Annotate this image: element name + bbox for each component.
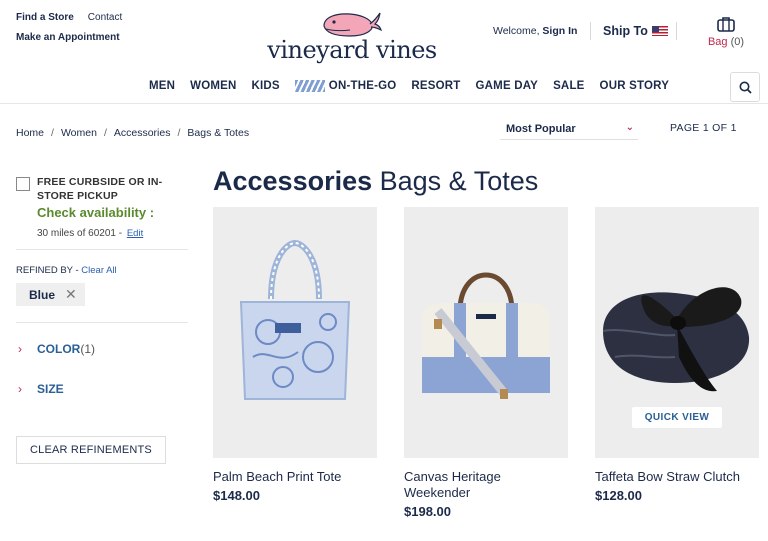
sort-select[interactable]: Most Popular ⌄ <box>500 118 638 140</box>
product-image[interactable] <box>404 207 568 458</box>
search-button[interactable] <box>730 72 760 102</box>
chevron-right-icon: › <box>18 382 22 396</box>
bag-button[interactable]: Bag (0) <box>700 16 752 48</box>
stripes-icon <box>294 80 325 92</box>
tote-bag-image <box>239 239 351 400</box>
product-price: $128.00 <box>595 488 642 503</box>
logo-wordmark: vineyard vines <box>267 36 437 64</box>
main-nav: MEN WOMEN KIDS ON-THE-GO RESORT GAME DAY… <box>149 80 669 92</box>
nav-sale[interactable]: SALE <box>553 80 584 92</box>
site-logo[interactable]: vineyard vines <box>266 10 438 66</box>
product-name[interactable]: Palm Beach Print Tote <box>213 469 377 485</box>
nav-men[interactable]: MEN <box>149 80 175 92</box>
clear-all-link[interactable]: Clear All <box>81 265 116 276</box>
nav-our-story[interactable]: OUR STORY <box>600 80 670 92</box>
pickup-filter: FREE CURBSIDE OR IN-STORE PICKUP Check a… <box>16 170 188 250</box>
product-card[interactable]: QUICK VIEW Taffeta Bow Straw Clutch $128… <box>595 207 759 503</box>
contact-link[interactable]: Contact <box>88 11 122 24</box>
page-title: Accessories Bags & Totes <box>213 166 539 196</box>
chevron-right-icon: › <box>18 342 22 356</box>
bag-icon <box>717 17 735 32</box>
site-header: Find a Store Contact Make an Appointment… <box>0 0 768 104</box>
sign-in-link[interactable]: Sign In <box>542 25 577 37</box>
breadcrumb-separator: / <box>103 127 107 139</box>
nav-game-day[interactable]: GAME DAY <box>476 80 539 92</box>
filter-chip-blue[interactable]: Blue ✕ <box>16 283 85 306</box>
product-image[interactable]: QUICK VIEW <box>595 207 759 458</box>
edit-location-link[interactable]: Edit <box>127 228 143 239</box>
nav-resort[interactable]: RESORT <box>411 80 460 92</box>
ship-to-selector[interactable]: Ship To <box>590 22 668 40</box>
facet-size[interactable]: › SIZE <box>16 369 188 409</box>
close-icon[interactable]: ✕ <box>65 286 77 303</box>
breadcrumb: Home / Women / Accessories / Bags & Tote… <box>16 127 249 139</box>
nav-kids[interactable]: KIDS <box>252 80 280 92</box>
filter-sidebar: FREE CURBSIDE OR IN-STORE PICKUP Check a… <box>16 170 188 409</box>
welcome-text: Welcome, Sign In <box>493 25 578 37</box>
breadcrumb-home[interactable]: Home <box>16 127 44 139</box>
appointment-link[interactable]: Make an Appointment <box>16 32 120 43</box>
header-divider <box>676 22 677 40</box>
product-name[interactable]: Taffeta Bow Straw Clutch <box>595 469 759 485</box>
page-count: PAGE 1 OF 1 <box>670 122 737 134</box>
product-price: $148.00 <box>213 488 260 503</box>
breadcrumb-women[interactable]: Women <box>61 127 97 139</box>
breadcrumb-separator: / <box>177 127 181 139</box>
nav-women[interactable]: WOMEN <box>190 80 236 92</box>
product-name[interactable]: Canvas Heritage Weekender <box>404 469 568 501</box>
nav-on-the-go[interactable]: ON-THE-GO <box>294 80 397 92</box>
clear-refinements-button[interactable]: CLEAR REFINEMENTS <box>16 436 166 464</box>
refined-by: REFINED BY - Clear All <box>16 265 117 276</box>
us-flag-icon <box>651 26 668 36</box>
product-card[interactable]: Canvas Heritage Weekender $198.00 <box>404 207 568 519</box>
product-card[interactable]: Palm Beach Print Tote $148.00 <box>213 207 377 503</box>
find-store-link[interactable]: Find a Store <box>16 11 74 24</box>
product-image[interactable] <box>213 207 377 458</box>
utility-links: Find a Store Contact Make an Appointment <box>16 11 122 44</box>
search-icon <box>739 81 752 94</box>
breadcrumb-bags-totes: Bags & Totes <box>187 127 250 139</box>
divider <box>16 322 188 323</box>
pickup-label: FREE CURBSIDE OR IN-STORE PICKUP <box>37 176 163 202</box>
quick-view-button[interactable]: QUICK VIEW <box>632 407 722 428</box>
breadcrumb-accessories[interactable]: Accessories <box>114 127 171 139</box>
check-availability-link[interactable]: Check availability : <box>37 205 154 220</box>
weekender-bag-image <box>422 272 550 399</box>
breadcrumb-separator: / <box>51 127 54 139</box>
chevron-down-icon: ⌄ <box>625 122 634 133</box>
pickup-distance: 30 miles of 60201 - Edit <box>37 228 144 239</box>
whale-icon <box>323 12 382 37</box>
facet-color[interactable]: › COLOR (1) <box>16 329 188 369</box>
product-price: $198.00 <box>404 504 451 519</box>
pickup-checkbox[interactable] <box>16 177 30 191</box>
